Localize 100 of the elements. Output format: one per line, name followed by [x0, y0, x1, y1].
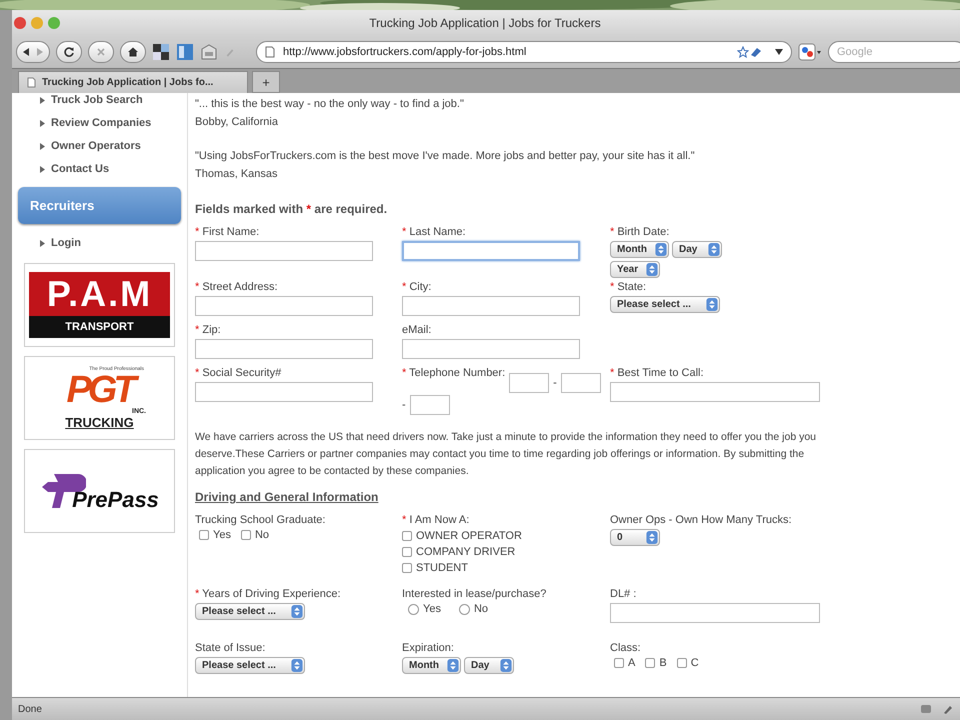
separator: -	[553, 377, 557, 389]
field-label: * State:	[610, 281, 648, 294]
option-label: COMPANY DRIVER	[416, 546, 516, 558]
field-label: * Years of Driving Experience:	[195, 588, 342, 601]
dropdown-caret-icon[interactable]	[775, 48, 783, 54]
page-icon	[265, 46, 275, 58]
testimonial-author: Thomas, Kansas	[195, 167, 279, 182]
field-label: * Best Time to Call:	[610, 367, 705, 380]
sidebar-link[interactable]: Owner Operators	[51, 139, 141, 153]
back-forward-button[interactable]	[16, 40, 50, 62]
required-note: Fields marked with * are required.	[195, 202, 388, 216]
zoom-button[interactable]	[48, 16, 60, 28]
window-title: Trucking Job Application | Jobs for Truckers	[368, 16, 602, 30]
text-field[interactable]	[195, 296, 373, 316]
dropdown[interactable]: Please select ...	[195, 603, 305, 620]
close-button[interactable]	[14, 16, 26, 28]
text-field[interactable]	[195, 382, 373, 402]
sidebar-link[interactable]: Review Companies	[51, 116, 152, 130]
field-label: * I Am Now A:	[402, 514, 470, 527]
dropdown-arrows-icon	[291, 605, 303, 618]
dropdown[interactable]: Please select ...	[195, 657, 305, 674]
dropdown[interactable]: Month	[610, 241, 669, 258]
browser-tab[interactable]: Trucking Job Application | Jobs fo...	[18, 71, 248, 93]
dropdown-arrows-icon	[646, 263, 658, 276]
address-bar[interactable]: http://www.jobsfortruckers.com/apply-for-jobs.html	[256, 40, 792, 62]
reload-icon	[63, 46, 75, 58]
checkbox[interactable]	[645, 658, 656, 668]
sidebar-icon[interactable]	[176, 42, 194, 60]
sidebar-link[interactable]: Login	[51, 236, 81, 250]
field-label: * Telephone Number:	[402, 367, 506, 380]
checkbox[interactable]	[199, 530, 209, 540]
checkbox[interactable]	[614, 658, 624, 668]
radio-button[interactable]	[408, 604, 419, 614]
field-label: * First Name:	[195, 226, 260, 239]
checkbox[interactable]	[240, 530, 251, 540]
addon-icon[interactable]	[920, 703, 932, 715]
radio-button[interactable]	[458, 604, 470, 614]
option-label: Yes	[213, 529, 231, 541]
text-field[interactable]	[402, 296, 580, 316]
checkbox[interactable]	[676, 658, 687, 668]
stop-button[interactable]	[88, 40, 114, 62]
dropdown-arrows-icon	[708, 243, 720, 256]
bullet-icon	[40, 142, 45, 150]
phone-field[interactable]	[410, 395, 450, 415]
package-icon[interactable]	[200, 42, 218, 60]
minimize-button[interactable]	[31, 16, 43, 28]
stop-icon	[95, 46, 107, 58]
dropdown-arrows-icon	[706, 298, 718, 311]
pencil-icon[interactable]	[942, 703, 954, 715]
text-field[interactable]	[195, 241, 373, 261]
text-field[interactable]	[610, 603, 820, 623]
option-label: STUDENT	[416, 562, 468, 574]
option-label: No	[474, 603, 488, 615]
dropdown[interactable]: Please select ...	[610, 296, 720, 313]
field-label: * City:	[402, 281, 432, 294]
field-label: * Birth Date:	[610, 226, 670, 239]
option-label: No	[254, 529, 270, 541]
text-field[interactable]	[402, 241, 580, 261]
option-label: OWNER OPERATOR	[416, 530, 522, 542]
text-field[interactable]	[195, 339, 373, 359]
field-label: Class:	[610, 642, 642, 655]
sponsor-logo[interactable]: P.A.M TRANSPORT	[24, 263, 175, 347]
dropdown[interactable]: Month	[402, 657, 461, 674]
field-label: eMail:	[402, 324, 432, 337]
phone-field[interactable]	[560, 373, 601, 393]
home-icon	[127, 46, 139, 58]
phone-field[interactable]	[509, 373, 550, 393]
dropdown[interactable]: 0	[610, 529, 660, 546]
field-label: Expiration:	[402, 642, 455, 655]
section-heading: Driving and General Information	[195, 490, 380, 504]
bullet-icon	[40, 166, 45, 172]
text-field[interactable]	[402, 339, 580, 359]
sponsor-logo[interactable]: PrePass	[24, 449, 175, 533]
sidebar-link[interactable]: Contact Us	[51, 162, 110, 176]
text-field[interactable]	[610, 382, 820, 402]
checkbox[interactable]	[402, 531, 412, 541]
option-label: B	[659, 657, 667, 669]
field-label: DL# :	[610, 588, 638, 601]
field-label: * Social Security#	[195, 367, 282, 380]
field-label: * Zip:	[195, 324, 222, 337]
sidebar-link[interactable]: Truck Job Search	[51, 93, 143, 107]
checkbox[interactable]	[402, 563, 412, 573]
back-forward-icon	[21, 46, 45, 58]
option-label: C	[690, 657, 699, 669]
search-engine-icon[interactable]	[798, 42, 822, 60]
dropdown-arrows-icon	[447, 659, 459, 672]
dropdown[interactable]: Day	[672, 241, 722, 258]
toolbar-icon[interactable]	[152, 42, 170, 60]
status-text: Done	[18, 704, 43, 714]
new-tab-button[interactable]: +	[252, 71, 280, 93]
testimonial-quote: "... this is the best way - no the only way - to find a job."	[195, 97, 465, 112]
reload-button[interactable]	[56, 40, 82, 62]
dropdown-arrows-icon	[500, 659, 512, 672]
dropdown-arrows-icon	[646, 531, 658, 544]
dropdown-arrows-icon	[655, 243, 667, 256]
bullet-icon	[40, 240, 45, 246]
dropdown[interactable]: Day	[464, 657, 514, 674]
dropdown[interactable]: Year	[610, 261, 660, 278]
home-button[interactable]	[120, 40, 146, 62]
checkbox[interactable]	[402, 547, 412, 557]
